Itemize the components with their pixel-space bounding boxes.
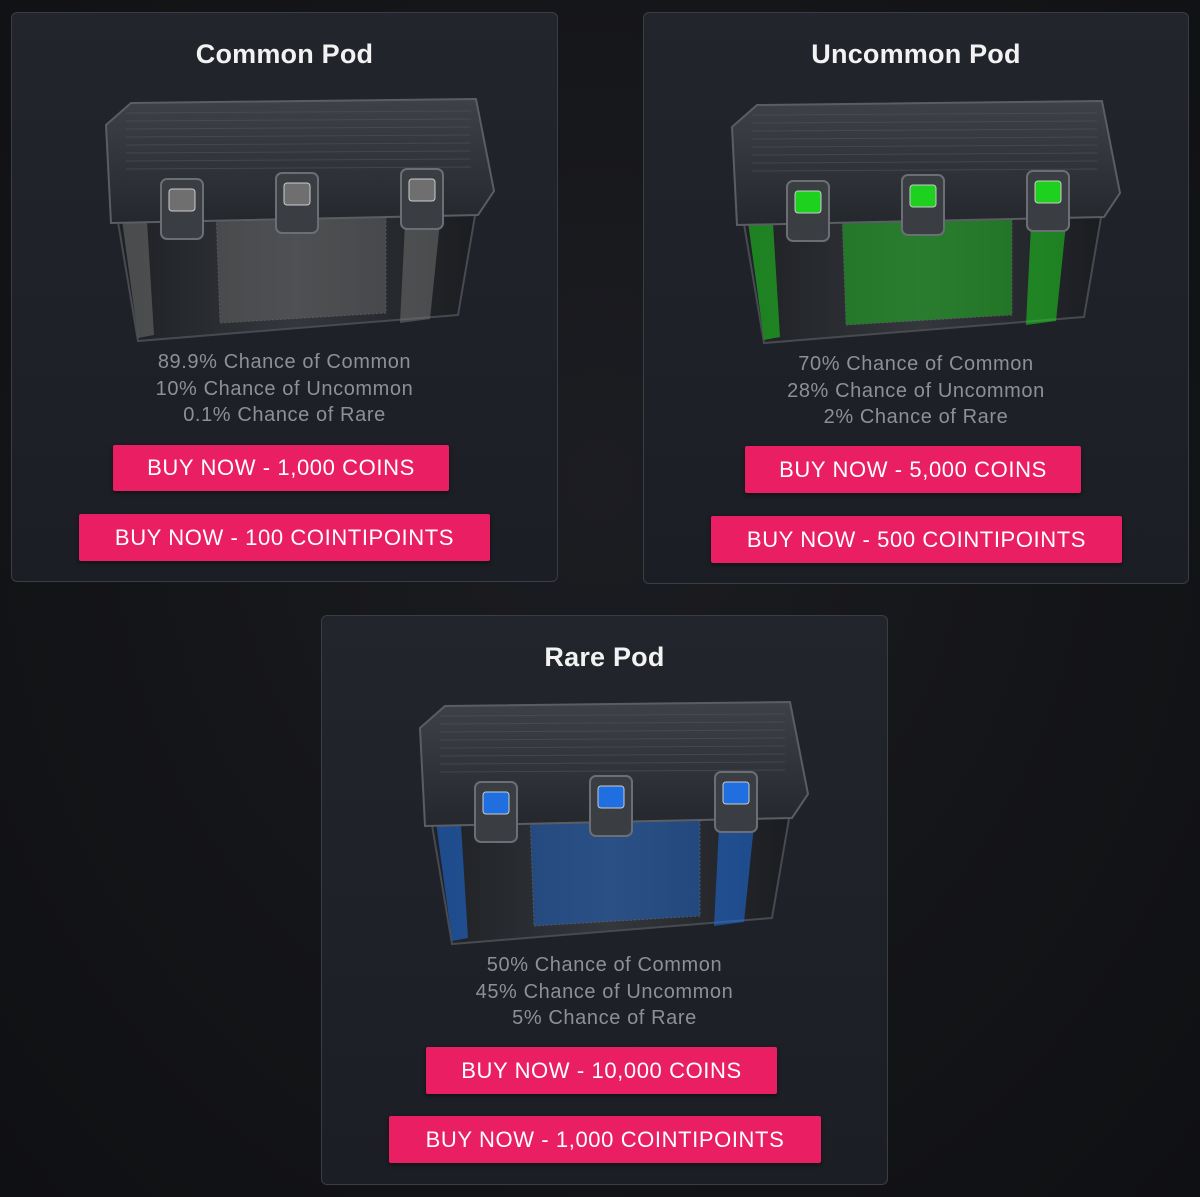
crate-latch-band bbox=[597, 785, 625, 809]
crate-image bbox=[730, 99, 1122, 345]
odds-common: 89.9% Chance of Common bbox=[157, 351, 412, 373]
buy-with-coins-button[interactable]: BUY NOW - 5,000 COINS bbox=[745, 446, 1081, 493]
crate-latch-band bbox=[1034, 180, 1062, 204]
crate-image bbox=[104, 97, 496, 343]
pod-card-common: Common Pod 89.9% Chance of Common 10% Ch… bbox=[11, 12, 558, 582]
odds-common: 70% Chance of Common bbox=[798, 353, 1034, 375]
odds-list: 50% Chance of Common 45% Chance of Uncom… bbox=[322, 952, 887, 1032]
buy-with-cointipoints-button[interactable]: BUY NOW - 100 COINTIPOINTS bbox=[79, 514, 490, 561]
pod-title: Common Pod bbox=[195, 39, 374, 69]
crate-latch-band bbox=[909, 184, 937, 208]
odds-uncommon: 10% Chance of Uncommon bbox=[155, 377, 414, 400]
crate-latch-band bbox=[482, 791, 510, 815]
odds-list: 89.9% Chance of Common 10% Chance of Unc… bbox=[12, 349, 557, 429]
buy-with-coins-button[interactable]: BUY NOW - 1,000 COINS bbox=[113, 445, 449, 491]
crate-latch-band bbox=[283, 182, 311, 206]
crate-latch-band bbox=[722, 781, 750, 805]
buy-with-coins-button[interactable]: BUY NOW - 10,000 COINS bbox=[426, 1047, 777, 1094]
crate-latch-band bbox=[168, 188, 196, 212]
crate-latch-band bbox=[408, 178, 436, 202]
crate-image bbox=[418, 700, 810, 946]
odds-rare: 0.1% Chance of Rare bbox=[183, 404, 386, 426]
buy-with-cointipoints-button[interactable]: BUY NOW - 1,000 COINTIPOINTS bbox=[389, 1116, 821, 1163]
odds-rare: 2% Chance of Rare bbox=[823, 406, 1009, 428]
odds-common: 50% Chance of Common bbox=[486, 954, 723, 976]
buy-with-cointipoints-button[interactable]: BUY NOW - 500 COINTIPOINTS bbox=[711, 516, 1122, 563]
pod-card-uncommon: Uncommon Pod 70% Chance of Common 28% Ch… bbox=[643, 12, 1189, 584]
odds-list: 70% Chance of Common 28% Chance of Uncom… bbox=[644, 351, 1188, 431]
pod-card-rare: Rare Pod 50% Chance of Common 45% Chance… bbox=[321, 615, 888, 1185]
crate-latch-band bbox=[794, 190, 822, 214]
pod-title: Rare Pod bbox=[544, 642, 665, 672]
odds-rare: 5% Chance of Rare bbox=[512, 1007, 697, 1029]
odds-uncommon: 45% Chance of Uncommon bbox=[475, 980, 734, 1003]
pod-title: Uncommon Pod bbox=[811, 39, 1021, 69]
odds-uncommon: 28% Chance of Uncommon bbox=[787, 379, 1045, 402]
